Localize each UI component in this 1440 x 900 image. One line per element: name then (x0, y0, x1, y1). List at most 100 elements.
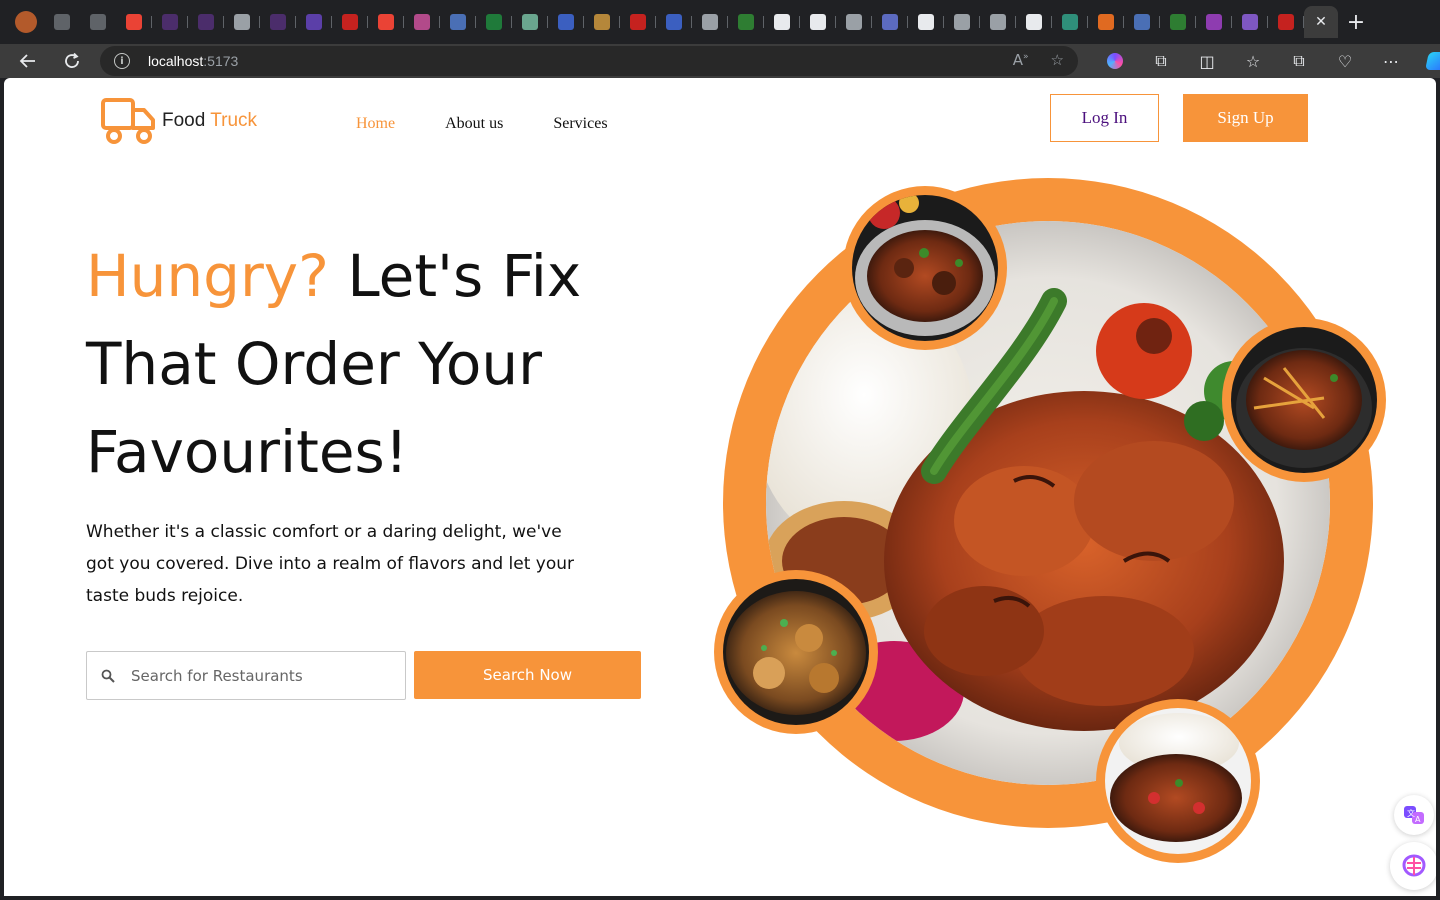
browser-tab[interactable] (332, 6, 368, 38)
browser-tab[interactable] (1124, 6, 1160, 38)
browser-tab[interactable] (1232, 6, 1268, 38)
browser-tab[interactable] (1160, 6, 1196, 38)
purple-app-icon (162, 14, 178, 30)
purple-app-icon (198, 14, 214, 30)
search-now-button[interactable]: Search Now (414, 651, 641, 699)
browser-tab[interactable] (368, 6, 404, 38)
github-icon (774, 14, 790, 30)
nav-home[interactable]: Home (356, 115, 395, 133)
search-tab-icon (666, 14, 682, 30)
browser-tab[interactable] (1196, 6, 1232, 38)
collections-icon[interactable]: ⧉ (1276, 46, 1322, 76)
logo-text: Food Truck (162, 110, 258, 131)
browser-tab[interactable] (116, 6, 152, 38)
hourglass-icon (702, 14, 718, 30)
signal-icon (846, 14, 862, 30)
address-bar[interactable]: i localhost:5173 A» ☆ (100, 46, 1078, 76)
food-truck-icon (101, 98, 155, 144)
active-browser-tab[interactable]: ✕ (1304, 6, 1338, 38)
copilot-extension-icon[interactable] (1092, 46, 1138, 76)
login-button[interactable]: Log In (1050, 94, 1159, 142)
svg-text:A: A (1415, 815, 1421, 824)
django-icon (306, 14, 322, 30)
info-icon (234, 14, 250, 30)
browser-tab[interactable] (512, 6, 548, 38)
back-icon[interactable] (8, 46, 48, 76)
pdf-icon (342, 14, 358, 30)
extensions-puzzle-icon[interactable]: ⧉ (1138, 46, 1184, 76)
api-icon (882, 14, 898, 30)
browser-tab[interactable] (260, 6, 296, 38)
close-tab-icon[interactable]: ✕ (1315, 14, 1327, 30)
browser-tab[interactable] (1268, 6, 1304, 38)
browser-tab[interactable] (44, 6, 80, 38)
browser-tab[interactable] (8, 6, 44, 38)
browser-tab[interactable] (548, 6, 584, 38)
favorite-star-icon[interactable]: ☆ (1051, 51, 1064, 69)
browser-tab[interactable] (980, 6, 1016, 38)
nav-services[interactable]: Services (553, 115, 607, 133)
ai-assistant-icon[interactable] (1390, 842, 1436, 890)
teal-app-icon (1062, 14, 1078, 30)
new-tab-icon[interactable]: + (1338, 6, 1374, 38)
hackernews-icon (1098, 14, 1114, 30)
youtube-icon (630, 14, 646, 30)
signup-button[interactable]: Sign Up (1183, 94, 1308, 142)
browser-tab[interactable] (584, 6, 620, 38)
browser-tab[interactable] (728, 6, 764, 38)
page-content: Food Truck Home About us Services Log In… (4, 78, 1436, 896)
site-logo[interactable]: Food Truck (100, 96, 257, 146)
cat-icon (594, 14, 610, 30)
profile-avatar-icon (15, 11, 37, 33)
browser-essentials-icon[interactable]: ♡ (1322, 46, 1368, 76)
restaurant-search-input[interactable] (131, 666, 381, 685)
url-text: localhost:5173 (148, 53, 239, 69)
translate-icon[interactable]: 文A (1394, 795, 1434, 835)
browser-tab[interactable] (224, 6, 260, 38)
browser-tab[interactable] (404, 6, 440, 38)
restaurant-search-box[interactable] (86, 651, 406, 700)
browser-tab[interactable] (692, 6, 728, 38)
tab-actions-icon (90, 14, 106, 30)
browser-tab[interactable] (872, 6, 908, 38)
purple-app-icon (270, 14, 286, 30)
browser-tab[interactable] (764, 6, 800, 38)
copilot-icon[interactable] (1414, 46, 1440, 76)
read-aloud-icon[interactable]: A» (1013, 51, 1029, 69)
browser-tab-strip: ✕ + (0, 0, 1440, 44)
browser-tab[interactable] (152, 6, 188, 38)
browser-tab[interactable] (836, 6, 872, 38)
hero-headline: Hungry? Let's Fix That Order Your Favour… (86, 232, 646, 496)
hero-subtext: Whether it's a classic comfort or a dari… (86, 522, 575, 606)
browser-tab[interactable] (908, 6, 944, 38)
github-icon (810, 14, 826, 30)
reload-icon[interactable] (52, 46, 92, 76)
browser-tab[interactable] (656, 6, 692, 38)
purple-dot-icon (1206, 14, 1222, 30)
browser-tab[interactable] (800, 6, 836, 38)
browser-tab[interactable] (296, 6, 332, 38)
split-screen-icon[interactable]: ◫ (1184, 46, 1230, 76)
browser-tab[interactable] (620, 6, 656, 38)
nav-about[interactable]: About us (445, 115, 503, 133)
browser-tab[interactable] (1016, 6, 1052, 38)
search-icon (99, 667, 117, 685)
browser-tab[interactable] (1088, 6, 1124, 38)
browser-tab[interactable] (476, 6, 512, 38)
chatgpt-icon (522, 14, 538, 30)
powerpoint-icon (1278, 14, 1294, 30)
browser-tab[interactable] (944, 6, 980, 38)
browser-tab[interactable] (440, 6, 476, 38)
docs-icon (1134, 14, 1150, 30)
headline-accent: Hungry? (86, 242, 329, 310)
browser-tab[interactable] (1052, 6, 1088, 38)
more-menu-icon[interactable]: ⋯ (1368, 46, 1414, 76)
browser-tab[interactable] (188, 6, 224, 38)
globe-icon (1170, 14, 1186, 30)
list-icon (1242, 14, 1258, 30)
browser-tab[interactable] (80, 6, 116, 38)
workspaces-icon (54, 14, 70, 30)
favorites-icon[interactable]: ☆ (1230, 46, 1276, 76)
screen-icon (414, 14, 430, 30)
site-info-icon[interactable]: i (114, 53, 130, 69)
